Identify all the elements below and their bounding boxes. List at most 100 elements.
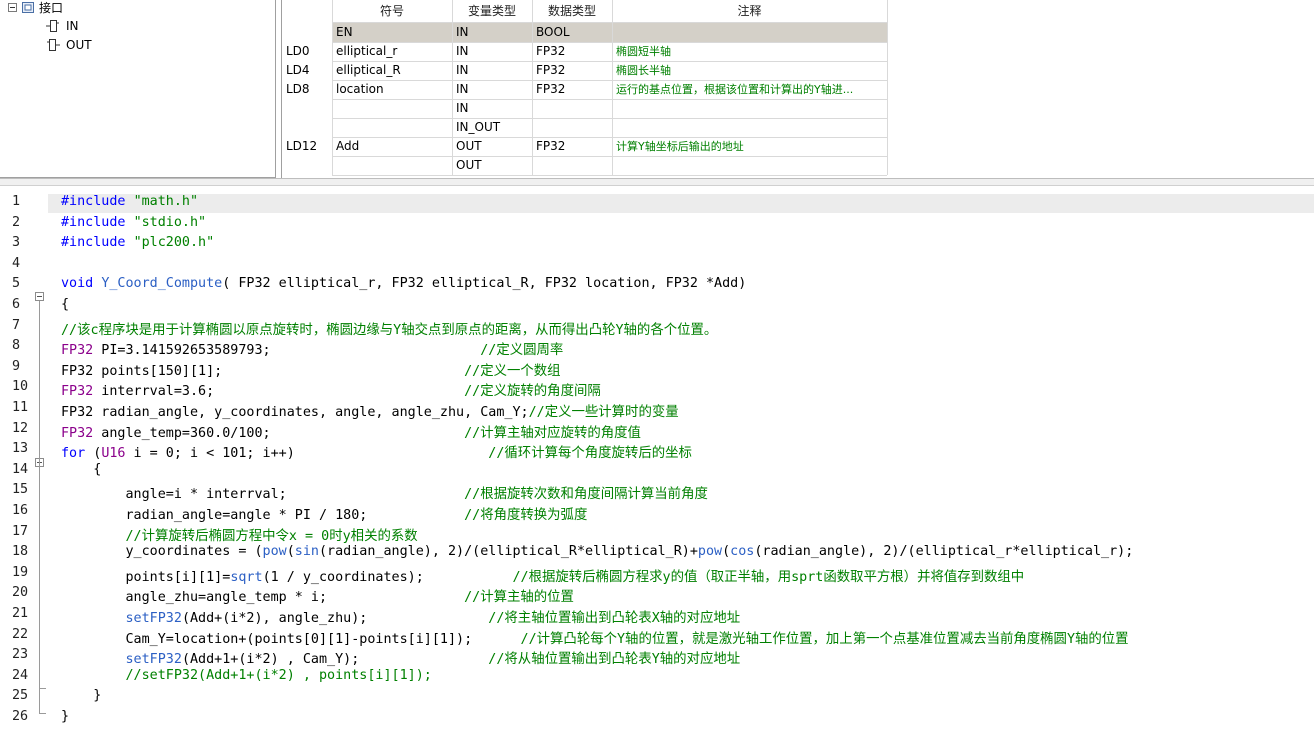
code-line[interactable]: void Y_Coord_Compute( FP32 elliptical_r,… xyxy=(61,276,746,291)
column-header[interactable]: 注释 xyxy=(612,0,887,23)
table-cell-data-type[interactable]: FP32 xyxy=(536,137,610,156)
column-header[interactable]: 符号 xyxy=(332,0,452,23)
code-token: angle_zhu=angle_temp * i; xyxy=(61,590,465,606)
code-line[interactable]: FP32 radian_angle, y_coordinates, angle,… xyxy=(61,400,679,420)
table-cell-data-type[interactable]: FP32 xyxy=(536,80,610,99)
table-cell-comment[interactable] xyxy=(616,118,885,137)
table-cell-var-type[interactable]: IN xyxy=(456,61,530,80)
code-token: y_coordinates = ( xyxy=(61,544,263,560)
table-cell-symbol[interactable]: EN xyxy=(336,23,450,42)
code-line[interactable]: //该c程序块是用于计算椭圆以原点旋转时，椭圆边缘与Y轴交点到原点的距离，从而得… xyxy=(61,318,717,338)
table-cell-comment[interactable] xyxy=(616,99,885,118)
code-line[interactable]: FP32 angle_temp=360.0/100; //计算主轴对应旋转的角度… xyxy=(61,421,641,441)
table-cell-comment[interactable] xyxy=(616,23,885,42)
code-line[interactable]: FP32 points[150][1]; //定义一个数组 xyxy=(61,359,561,379)
code-line[interactable]: points[i][1]=sqrt(1 / y_coordinates); //… xyxy=(61,565,1024,585)
code-line[interactable]: #include "math.h" xyxy=(61,194,198,209)
code-token: interrval=3.6; xyxy=(93,384,465,400)
table-cell-data-type[interactable]: BOOL xyxy=(536,23,610,42)
line-number: 25 xyxy=(12,688,29,704)
line-number: 4 xyxy=(12,255,21,271)
code-token: //将主轴位置输出到凸轮表X轴的对应地址 xyxy=(488,611,741,626)
code-line[interactable]: { xyxy=(61,297,69,312)
table-cell-data-type[interactable] xyxy=(536,118,610,137)
code-token: (radian_angle), 2)/(elliptical_R*ellipti… xyxy=(318,544,698,560)
code-line[interactable]: //setFP32(Add+1+(i*2) , points[i][1]); xyxy=(61,668,432,683)
table-cell-data-type[interactable]: FP32 xyxy=(536,61,610,80)
variable-table: 符号 变量类型 数据类型 注释 EN IN BOOL LD0 elliptical_r IN FP3… xyxy=(281,0,1314,178)
code-token: //将角度转换为弧度 xyxy=(464,508,588,523)
header-divider xyxy=(332,22,887,23)
line-number: 24 xyxy=(12,667,29,683)
code-line[interactable]: Cam_Y=location+(points[0][1]-points[i][1… xyxy=(61,627,1128,647)
table-cell-var-type[interactable]: IN xyxy=(456,99,530,118)
table-cell-symbol[interactable]: location xyxy=(336,80,450,99)
fold-toggle-icon[interactable] xyxy=(35,292,44,301)
code-line[interactable]: { xyxy=(61,462,101,477)
row-divider xyxy=(332,175,887,176)
code-line[interactable]: #include "plc200.h" xyxy=(61,235,214,250)
fold-end-marker xyxy=(39,713,46,714)
splitter-bar[interactable] xyxy=(0,178,1314,186)
table-cell-var-type[interactable]: IN xyxy=(456,42,530,61)
column-divider xyxy=(532,0,533,175)
code-token: points[i][1]= xyxy=(61,569,231,585)
table-cell-var-type[interactable]: IN xyxy=(456,80,530,99)
code-token: //计算旋转后椭圆方程中令x = 0时y相关的系数 xyxy=(125,528,418,544)
tree-root-interface[interactable]: 接口 xyxy=(8,0,63,16)
code-token: for xyxy=(61,446,86,462)
code-line[interactable]: y_coordinates = (pow(sin(radian_angle), … xyxy=(61,544,1133,559)
code-line[interactable]: #include "stdio.h" xyxy=(61,215,206,230)
code-line[interactable]: setFP32(Add+(i*2), angle_zhu); //将主轴位置输出… xyxy=(61,606,741,626)
line-number: 2 xyxy=(12,214,21,230)
code-line[interactable]: angle_zhu=angle_temp * i; //计算主轴的位置 xyxy=(61,585,573,606)
code-line[interactable]: } xyxy=(61,709,69,724)
line-number: 10 xyxy=(12,379,29,395)
table-cell-comment[interactable]: 椭圆长半轴 xyxy=(616,61,885,80)
output-pin-icon xyxy=(46,38,60,52)
code-line[interactable]: for (U16 i = 0; i < 101; i++) //循环计算每个角度… xyxy=(61,441,692,461)
table-cell-comment[interactable] xyxy=(616,156,885,175)
line-number: 8 xyxy=(12,338,21,354)
column-header[interactable]: 变量类型 xyxy=(452,0,532,23)
tree-root-label: 接口 xyxy=(39,0,64,15)
code-token: FP32 xyxy=(61,343,94,359)
table-cell-comment[interactable]: 计算Y轴坐标后输出的地址 xyxy=(616,137,885,156)
line-number: 19 xyxy=(12,564,29,580)
tree-item-in[interactable]: IN xyxy=(46,17,79,35)
table-cell-var-type[interactable]: OUT xyxy=(456,156,530,175)
code-editor[interactable]: 1 2 3 4 5 6 7 8 9 10 11 12 13 14 15 16 17 18 19 20 21 22 23 24 2… xyxy=(0,186,1314,743)
code-token: ( xyxy=(286,544,295,560)
tree-item-out[interactable]: OUT xyxy=(46,36,92,54)
table-cell-symbol[interactable]: elliptical_R xyxy=(336,61,450,80)
line-number: 15 xyxy=(12,482,29,498)
table-cell-var-type[interactable]: IN_OUT xyxy=(456,118,530,137)
table-cell-symbol[interactable] xyxy=(336,156,450,175)
code-token: //setFP32(Add+1+(i*2) , points[i][1]); xyxy=(125,667,432,683)
column-divider xyxy=(452,0,453,175)
code-line[interactable]: } xyxy=(61,688,101,703)
table-cell-symbol[interactable]: elliptical_r xyxy=(336,42,450,61)
table-cell-comment[interactable]: 椭圆短半轴 xyxy=(616,42,885,61)
table-cell-symbol[interactable] xyxy=(336,99,450,118)
table-cell-comment[interactable]: 运行的基点位置，根据该位置和计算出的Y轴进... xyxy=(616,80,885,99)
table-cell-symbol[interactable]: Add xyxy=(336,137,450,156)
table-cell-symbol[interactable] xyxy=(336,118,450,137)
code-token: FP32 xyxy=(61,425,94,441)
table-cell-data-type[interactable]: FP32 xyxy=(536,42,610,61)
table-cell-var-type[interactable]: OUT xyxy=(456,137,530,156)
code-line[interactable]: radian_angle=angle * PI / 180; //将角度转换为弧… xyxy=(61,503,587,523)
code-line[interactable]: FP32 PI=3.141592653589793; //定义圆周率 xyxy=(61,338,563,358)
column-header[interactable]: 数据类型 xyxy=(532,0,612,23)
table-cell-data-type[interactable] xyxy=(536,156,610,175)
code-token: //根据旋转次数和角度间隔计算当前角度 xyxy=(464,487,708,503)
table-cell-var-type[interactable]: IN xyxy=(456,23,530,42)
table-cell-data-type[interactable] xyxy=(536,99,610,118)
code-line[interactable]: FP32 interrval=3.6; //定义旋转的角度间隔 xyxy=(61,379,601,399)
code-line[interactable]: //计算旋转后椭圆方程中令x = 0时y相关的系数 xyxy=(61,524,418,544)
code-line[interactable]: setFP32(Add+1+(i*2) , Cam_Y); //将从轴位置输出到… xyxy=(61,647,741,667)
collapse-toggle-icon[interactable] xyxy=(8,2,17,12)
table-cell-addr xyxy=(286,118,330,137)
code-line[interactable]: angle=i * interrval; //根据旋转次数和角度间隔计算当前角度 xyxy=(61,482,708,503)
